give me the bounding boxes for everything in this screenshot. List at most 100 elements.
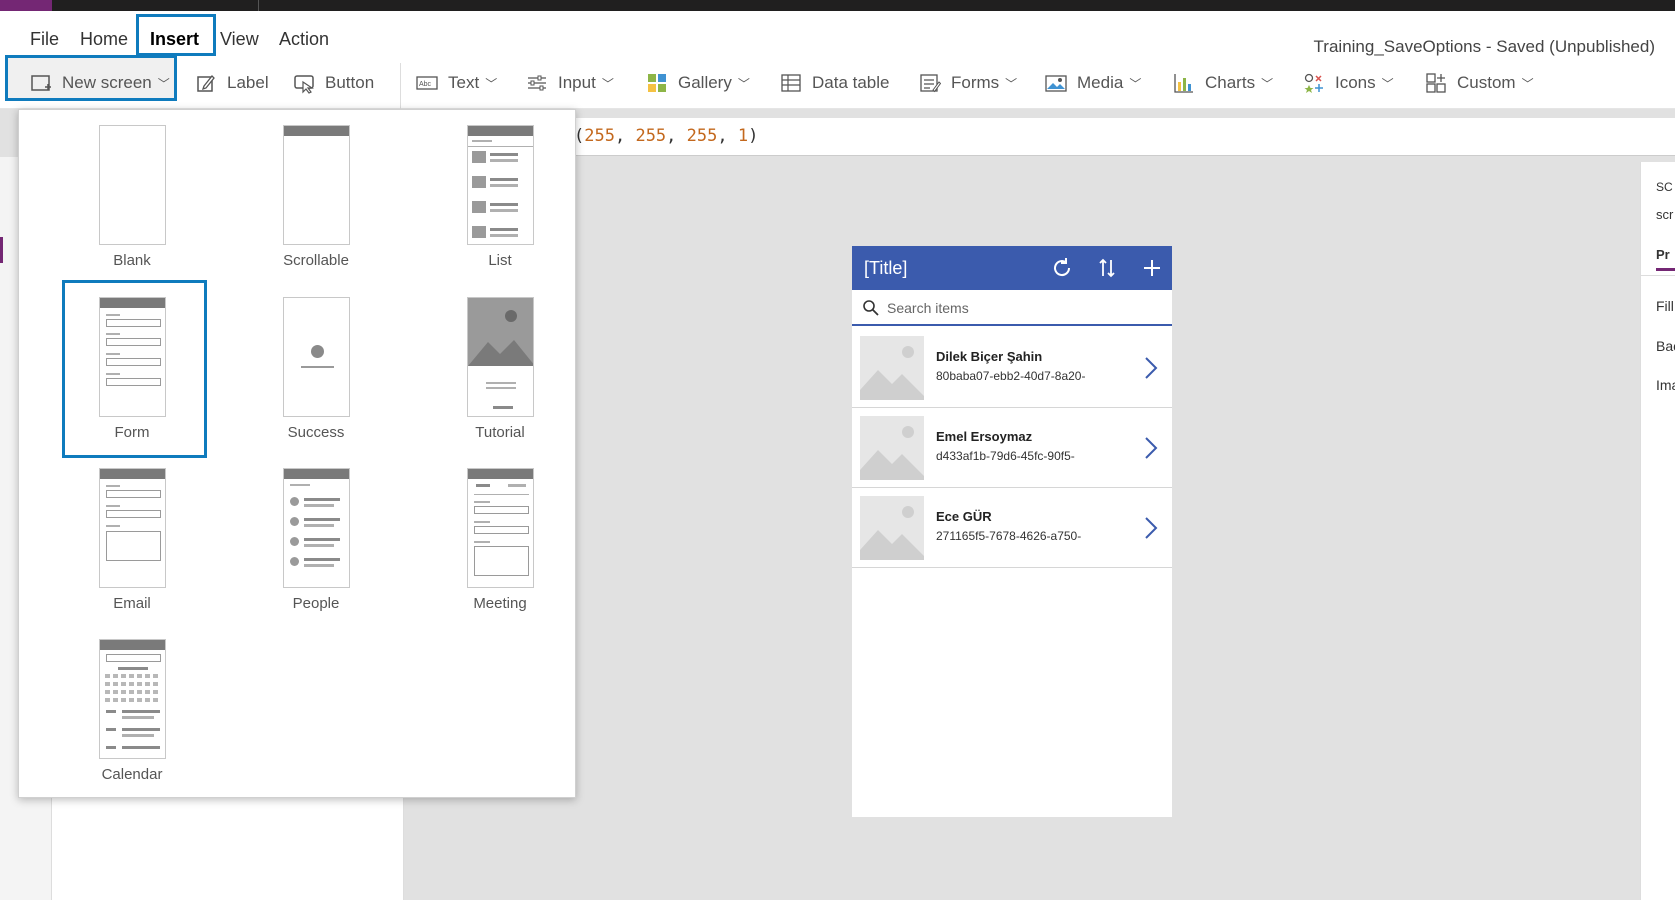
template-calendar[interactable]: Calendar	[57, 624, 207, 784]
input-menu[interactable]: Input ﹀	[526, 70, 614, 96]
custom-label: Custom	[1457, 73, 1516, 92]
list-item[interactable]: Ece GÜR 271165f5-7678-4626-a750-	[852, 488, 1172, 568]
list-item-subtitle: 80baba07-ebb2-40d7-8a20-	[936, 369, 1086, 383]
chevron-down-icon: ﹀	[1521, 76, 1534, 91]
title-bar	[0, 0, 1675, 11]
list-item[interactable]: Emel Ersoymaz d433af1b-79d6-45fc-90f5-	[852, 408, 1172, 488]
menu-bar: File Home Insert View Action Training_Sa…	[0, 11, 1675, 57]
search-input[interactable]: Search items	[852, 290, 1172, 326]
list-item[interactable]: Dilek Biçer Şahin 80baba07-ebb2-40d7-8a2…	[852, 328, 1172, 408]
template-label: People	[292, 595, 340, 612]
template-label: Meeting	[473, 595, 527, 612]
formula-separator: ,	[614, 126, 636, 146]
brand-accent	[0, 0, 52, 11]
chevron-down-icon: ﹀	[737, 76, 750, 91]
app-header: [Title]	[852, 246, 1172, 290]
ribbon-divider	[400, 63, 401, 109]
template-label: Form	[114, 424, 150, 441]
charts-label: Charts	[1205, 73, 1256, 92]
list-item-subtitle: d433af1b-79d6-45fc-90f5-	[936, 449, 1075, 463]
data-table-button[interactable]: Data table	[780, 70, 890, 96]
data-table-label: Data table	[812, 73, 890, 92]
label-label: Label	[227, 73, 269, 92]
menu-view[interactable]: View	[220, 27, 259, 51]
template-label: Tutorial	[475, 424, 525, 441]
properties-screen-name: scr	[1656, 207, 1674, 222]
new-screen-icon	[30, 72, 52, 94]
image-placeholder-icon	[860, 336, 924, 400]
add-icon[interactable]	[1140, 256, 1164, 280]
app-screen-preview[interactable]: [Title] Search items Dilek Biçer Şahin 8…	[852, 246, 1172, 817]
properties-pane: SC scr Pr Fill Bac Ima	[1640, 162, 1675, 900]
forms-icon	[919, 72, 942, 94]
template-blank[interactable]: Blank	[57, 110, 207, 270]
icons-label: Icons	[1335, 73, 1376, 92]
button-button[interactable]: Button	[293, 70, 374, 96]
email-thumbnail-icon	[99, 468, 166, 588]
icons-menu[interactable]: Icons ﹀	[1303, 70, 1394, 96]
chevron-right-icon[interactable]	[1144, 436, 1158, 460]
sort-icon[interactable]	[1095, 256, 1119, 280]
forms-label: Forms	[951, 73, 1000, 92]
menu-action[interactable]: Action	[279, 27, 329, 51]
button-label: Button	[325, 73, 375, 92]
template-email[interactable]: Email	[57, 453, 207, 613]
gallery-menu[interactable]: Gallery ﹀	[646, 70, 750, 96]
media-menu[interactable]: Media ﹀	[1045, 70, 1141, 96]
formula-green: 255	[635, 126, 667, 146]
svg-text:Abc: Abc	[419, 81, 432, 88]
menu-file[interactable]: File	[30, 27, 59, 51]
refresh-icon[interactable]	[1050, 256, 1074, 280]
list-item-subtitle: 271165f5-7678-4626-a750-	[936, 529, 1082, 543]
document-title: Training_SaveOptions - Saved (Unpublishe…	[1313, 37, 1655, 56]
chevron-down-icon: ﹀	[485, 76, 498, 91]
custom-menu[interactable]: Custom ﹀	[1425, 70, 1534, 96]
template-label: Success	[287, 424, 345, 441]
image-placeholder-icon	[860, 496, 924, 560]
ribbon-toolbar: New screen ﹀ Label Button Abc Text ﹀ Inp…	[0, 55, 1675, 109]
form-thumbnail-icon	[99, 297, 166, 417]
template-list[interactable]: List	[425, 110, 575, 270]
chevron-right-icon[interactable]	[1144, 516, 1158, 540]
formula-separator: ,	[717, 126, 738, 146]
new-screen-button[interactable]: New screen ﹀	[30, 70, 170, 96]
forms-menu[interactable]: Forms ﹀	[919, 70, 1017, 96]
custom-icon	[1425, 72, 1447, 94]
formula-alpha: 1	[737, 126, 749, 146]
calendar-thumbnail-icon	[99, 639, 166, 759]
people-thumbnail-icon	[283, 468, 350, 588]
template-success[interactable]: Success	[241, 282, 391, 442]
scrollable-thumbnail-icon	[283, 125, 350, 245]
blank-thumbnail-icon	[99, 125, 166, 245]
label-icon	[195, 72, 217, 94]
charts-icon	[1173, 72, 1195, 94]
chevron-down-icon: ﹀	[1005, 76, 1018, 91]
chevron-right-icon[interactable]	[1144, 356, 1158, 380]
formula-red: 255	[584, 126, 615, 146]
menu-home[interactable]: Home	[80, 27, 128, 51]
charts-menu[interactable]: Charts ﹀	[1173, 70, 1273, 96]
chevron-down-icon: ﹀	[1129, 76, 1142, 91]
label-button[interactable]: Label	[195, 70, 269, 96]
template-meeting[interactable]: Meeting	[425, 453, 575, 613]
input-icon	[526, 72, 548, 94]
list-item-title: Dilek Biçer Şahin	[936, 349, 1043, 364]
template-label: List	[488, 252, 512, 269]
data-table-icon	[780, 72, 802, 94]
search-icon	[863, 300, 879, 316]
icons-icon	[1303, 72, 1325, 94]
template-people[interactable]: People	[241, 453, 391, 613]
property-image[interactable]: Ima	[1656, 377, 1675, 393]
property-fill[interactable]: Fill	[1656, 298, 1674, 314]
formula-bar[interactable]: (255, 255, 255, 1)	[560, 118, 1675, 156]
tutorial-thumbnail-icon	[467, 297, 534, 417]
template-scrollable[interactable]: Scrollable	[241, 110, 391, 270]
template-form[interactable]: Form	[57, 280, 207, 458]
list-thumbnail-icon	[467, 125, 534, 245]
formula-text[interactable]: (255, 255, 255, 1)	[574, 126, 758, 146]
text-menu[interactable]: Abc Text ﹀	[416, 70, 497, 96]
property-background[interactable]: Bac	[1656, 338, 1675, 354]
tab-properties[interactable]: Pr	[1656, 247, 1670, 262]
template-tutorial[interactable]: Tutorial	[425, 282, 575, 442]
chevron-down-icon: ﹀	[601, 76, 614, 91]
